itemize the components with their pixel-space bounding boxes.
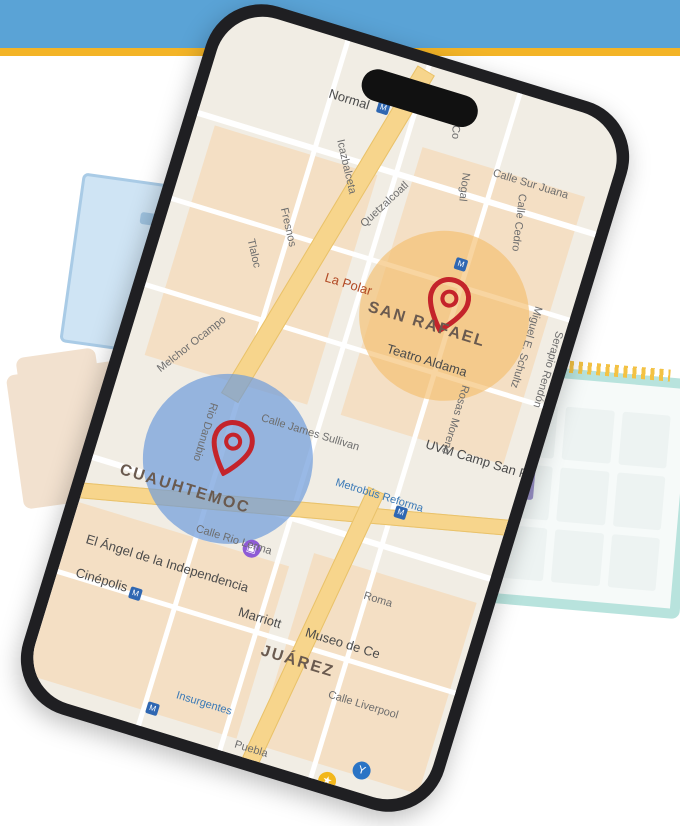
map-screen[interactable]: M M M M M ▣ Y ★ SAN RAFAEL CUAUHTEMOC JU… <box>21 4 629 812</box>
phone: M M M M M ▣ Y ★ SAN RAFAEL CUAUHTEMOC JU… <box>6 0 644 826</box>
